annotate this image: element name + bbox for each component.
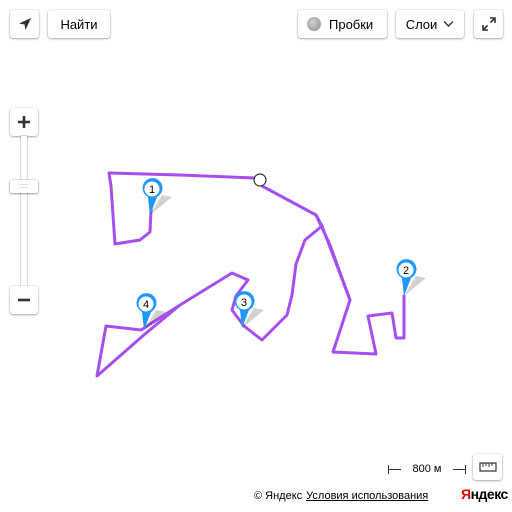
marker-number: 3 bbox=[241, 297, 247, 309]
copyright-bar: © Яндекс Условия использования bbox=[254, 489, 428, 503]
ruler-button[interactable] bbox=[473, 454, 502, 480]
traffic-button-label: Пробки bbox=[329, 16, 374, 32]
chevron-down-icon bbox=[443, 21, 454, 27]
traffic-button[interactable]: Пробки bbox=[298, 10, 387, 38]
route-track bbox=[95, 171, 406, 378]
layers-button-label: Слои bbox=[405, 16, 438, 32]
geolocation-button[interactable] bbox=[10, 10, 39, 38]
route-start-point[interactable] bbox=[253, 173, 267, 187]
route-segment bbox=[95, 224, 324, 378]
fullscreen-button[interactable] bbox=[474, 10, 503, 38]
location-arrow-icon bbox=[18, 18, 31, 30]
map-canvas[interactable]: 1 2 3 4 bbox=[0, 0, 512, 512]
route-marker-2[interactable]: 2 bbox=[396, 259, 426, 296]
route-segment bbox=[107, 171, 257, 246]
route-segment bbox=[258, 178, 406, 356]
zoom-handle-grip: ::::: bbox=[19, 183, 29, 190]
route-marker-3[interactable]: 3 bbox=[234, 291, 265, 328]
ruler-icon bbox=[478, 462, 497, 472]
marker-number: 4 bbox=[143, 299, 149, 311]
copyright-text: © Яндекс bbox=[254, 490, 303, 502]
zoom-out-button[interactable] bbox=[10, 286, 38, 314]
zoom-slider-track[interactable] bbox=[21, 136, 27, 286]
find-button[interactable]: Найти bbox=[48, 10, 110, 38]
plus-icon bbox=[18, 116, 30, 128]
find-button-label: Найти bbox=[60, 16, 98, 32]
route-marker-1[interactable]: 1 bbox=[142, 178, 173, 215]
layers-button[interactable]: Слои bbox=[396, 10, 464, 38]
yandex-logo-first-letter: Я bbox=[461, 486, 471, 502]
zoom-in-button[interactable] bbox=[10, 108, 38, 136]
expand-icon bbox=[481, 17, 496, 31]
terms-of-use-link[interactable]: Условия использования bbox=[306, 490, 428, 502]
yandex-logo-rest: ндекс bbox=[470, 486, 509, 502]
zoom-slider-handle[interactable]: ::::: bbox=[10, 180, 38, 193]
scale-label: 800 м bbox=[412, 463, 442, 475]
traffic-light-icon bbox=[307, 17, 321, 31]
yandex-logo[interactable]: Яндекс bbox=[461, 486, 508, 502]
scale-bar: 800 м bbox=[387, 462, 467, 476]
marker-number: 1 bbox=[149, 184, 155, 196]
marker-number: 2 bbox=[403, 265, 409, 277]
minus-icon bbox=[18, 298, 30, 302]
